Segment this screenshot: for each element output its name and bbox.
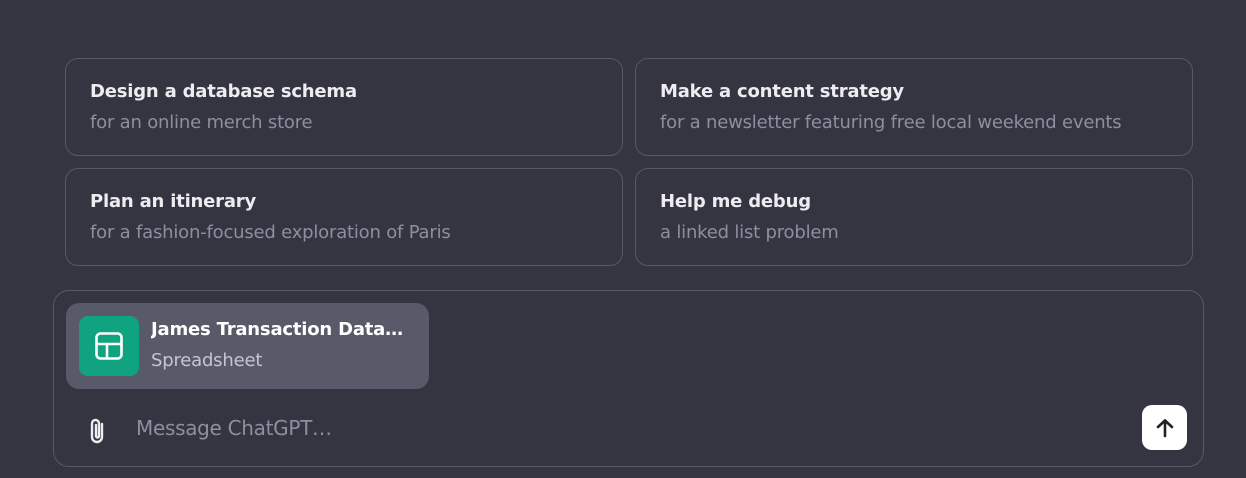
- suggestion-card-database-schema[interactable]: Design a database schema for an online m…: [65, 58, 623, 156]
- arrow-up-icon: [1154, 417, 1176, 439]
- suggestion-card-debug[interactable]: Help me debug a linked list problem: [635, 168, 1193, 266]
- message-input[interactable]: [136, 413, 1126, 443]
- spreadsheet-icon: [79, 316, 139, 376]
- suggestion-subtitle: a linked list problem: [660, 222, 839, 243]
- attachment-file-name: James Transaction Datase...: [151, 319, 413, 340]
- suggestion-card-itinerary[interactable]: Plan an itinerary for a fashion-focused …: [65, 168, 623, 266]
- suggestion-subtitle: for an online merch store: [90, 112, 313, 133]
- suggestion-card-content-strategy[interactable]: Make a content strategy for a newsletter…: [635, 58, 1193, 156]
- attach-file-button[interactable]: [82, 415, 114, 447]
- chat-page: Design a database schema for an online m…: [0, 0, 1246, 478]
- suggestion-title: Design a database schema: [90, 81, 357, 102]
- paperclip-icon: [86, 417, 110, 445]
- suggestion-title: Help me debug: [660, 191, 811, 212]
- send-button[interactable]: [1142, 405, 1187, 450]
- attachment-file-type: Spreadsheet: [151, 350, 263, 371]
- suggestion-subtitle: for a newsletter featuring free local we…: [660, 112, 1122, 133]
- suggestion-title: Make a content strategy: [660, 81, 904, 102]
- message-composer: James Transaction Datase... Spreadsheet: [53, 290, 1204, 467]
- suggestion-subtitle: for a fashion-focused exploration of Par…: [90, 222, 451, 243]
- file-attachment[interactable]: James Transaction Datase... Spreadsheet: [66, 303, 429, 389]
- suggestion-title: Plan an itinerary: [90, 191, 257, 212]
